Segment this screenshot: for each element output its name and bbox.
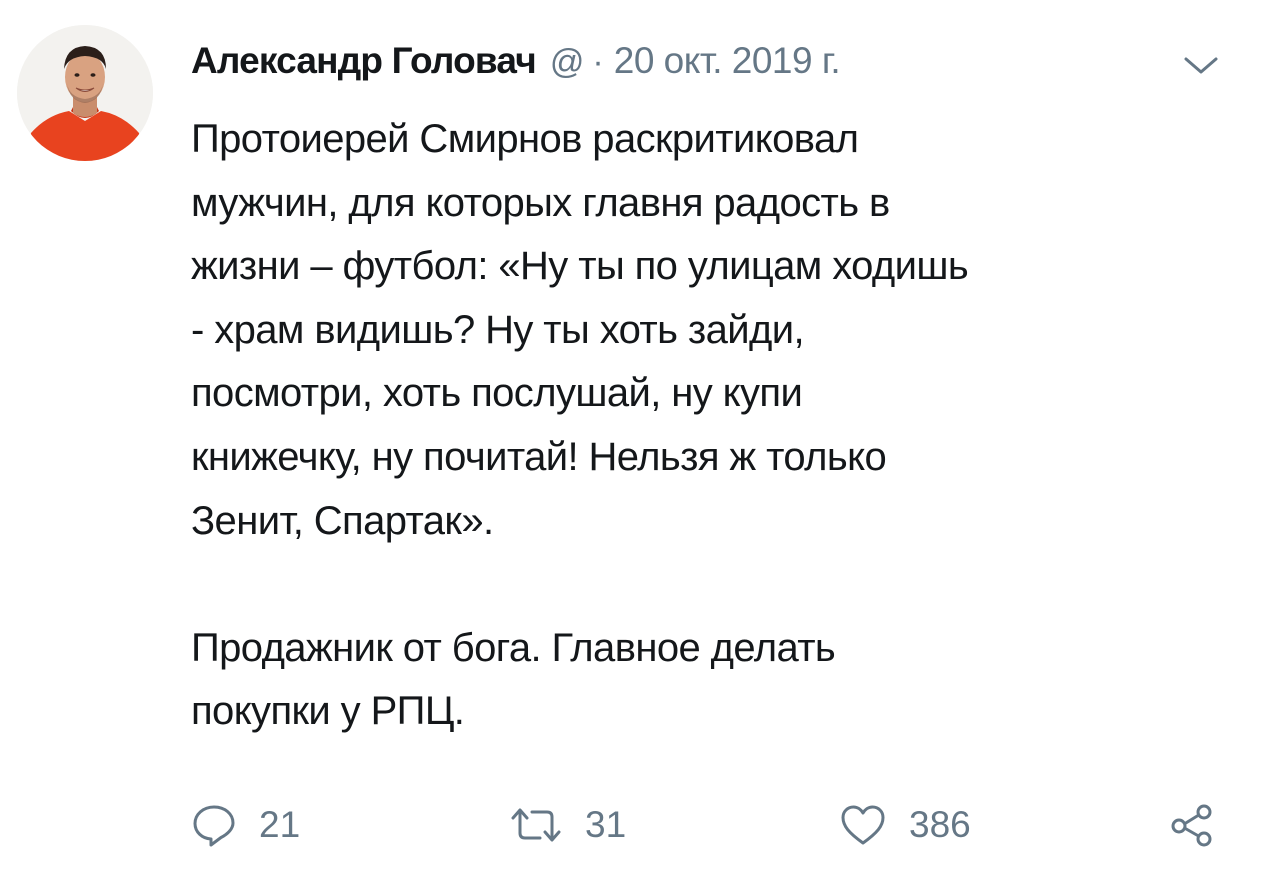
retweet-count: 31 — [585, 804, 627, 845]
avatar-image — [17, 25, 153, 161]
reply-button[interactable]: 21 — [191, 795, 300, 855]
chevron-down-icon[interactable] — [1180, 50, 1222, 80]
avatar[interactable] — [17, 25, 153, 161]
tweet-actions: 21 31 386 — [191, 795, 1231, 855]
like-count: 386 — [909, 804, 971, 845]
tweet-card: Александр Головач @ · 20 окт. 2019 г. Пр… — [0, 0, 1280, 883]
reply-count: 21 — [259, 804, 301, 845]
heart-icon — [839, 803, 887, 847]
retweet-icon — [509, 802, 563, 848]
header-separator: · — [592, 43, 604, 81]
like-button[interactable]: 386 — [839, 795, 971, 855]
author-name[interactable]: Александр Головач — [191, 40, 537, 82]
share-icon — [1169, 802, 1215, 848]
tweet-text: Протоиерей Смирнов раскритиковал мужчин,… — [191, 108, 1241, 744]
author-handle[interactable]: @ — [550, 43, 585, 82]
tweet-paragraph: Продажник от бога. Главное делать покупк… — [191, 625, 836, 734]
retweet-button[interactable]: 31 — [509, 795, 626, 855]
tweet-date[interactable]: 20 окт. 2019 г. — [614, 40, 841, 82]
tweet-header: Александр Головач @ · 20 окт. 2019 г. — [191, 40, 841, 96]
tweet-paragraph: Протоиерей Смирнов раскритиковал мужчин,… — [191, 117, 969, 543]
share-button[interactable] — [1169, 795, 1215, 855]
reply-icon — [191, 802, 237, 848]
